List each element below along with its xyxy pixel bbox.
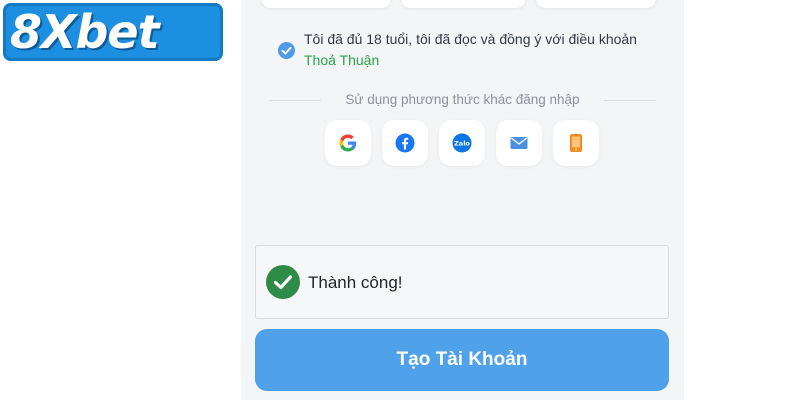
terms-text: Tôi đã đủ 18 tuổi, tôi đã đọc và đồng ý … — [304, 29, 664, 71]
facebook-login-button[interactable] — [382, 120, 428, 166]
google-login-button[interactable] — [325, 120, 371, 166]
phone-login-button[interactable] — [553, 120, 599, 166]
input-field-partial[interactable] — [536, 0, 656, 8]
google-icon — [339, 134, 357, 152]
create-account-button[interactable]: Tạo Tài Khoản — [255, 329, 669, 391]
zalo-icon: Zalo — [452, 133, 472, 153]
facebook-icon — [395, 133, 415, 153]
input-field-partial[interactable] — [261, 0, 391, 8]
success-toast: Thành công! — [255, 245, 669, 319]
terms-label: Tôi đã đủ 18 tuổi, tôi đã đọc và đồng ý … — [304, 31, 637, 47]
brand-logo: 8Xbet — [0, 0, 226, 64]
zalo-login-button[interactable]: Zalo — [439, 120, 485, 166]
register-panel: Tôi đã đủ 18 tuổi, tôi đã đọc và đồng ý … — [241, 0, 684, 400]
terms-link[interactable]: Thoả Thuận — [304, 52, 379, 68]
checkmark-icon — [281, 46, 292, 55]
email-icon — [510, 137, 528, 149]
email-login-button[interactable] — [496, 120, 542, 166]
divider-right — [604, 100, 656, 101]
zalo-icon-label: Zalo — [454, 140, 470, 148]
logo-text: 8Xbet — [10, 5, 160, 59]
phone-icon — [570, 134, 582, 152]
input-field-partial[interactable] — [401, 0, 526, 8]
check-circle-icon — [266, 265, 300, 299]
agree-checkbox[interactable] — [278, 42, 295, 59]
toast-message: Thành công! — [308, 273, 403, 292]
